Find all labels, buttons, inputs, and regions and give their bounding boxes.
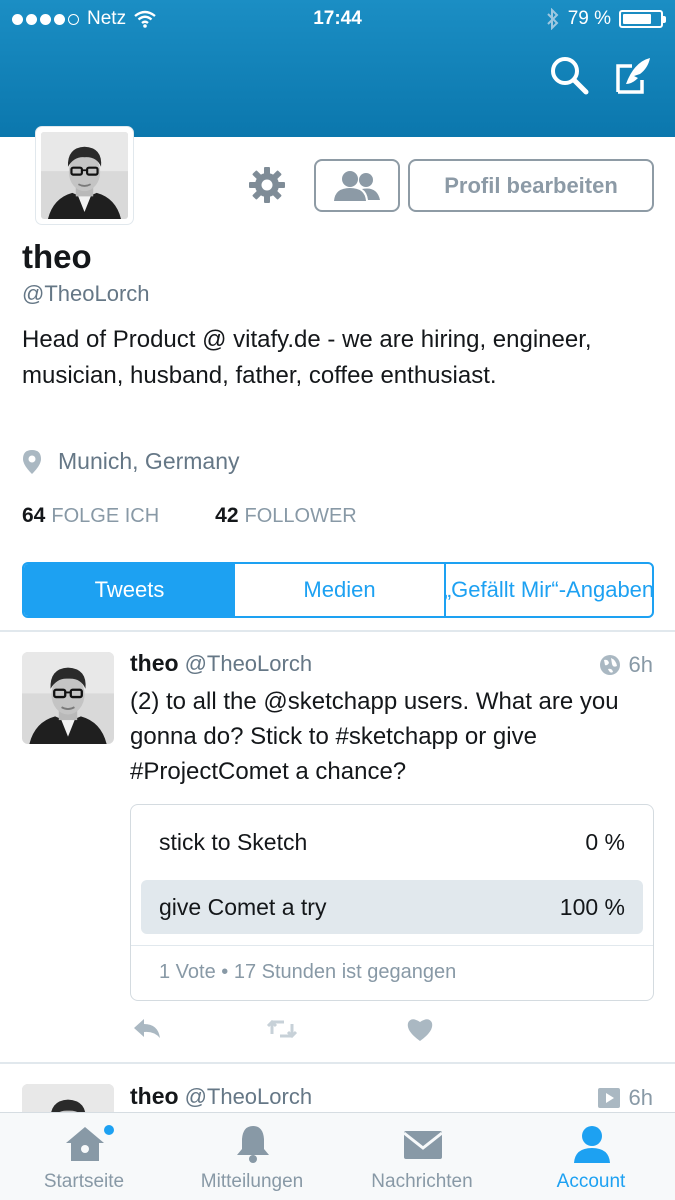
people-icon bbox=[334, 170, 380, 201]
bottom-tab-bar: Startseite Mitteilungen Nachrichten Acco… bbox=[0, 1112, 675, 1200]
divider bbox=[0, 630, 675, 632]
profile-stats: 64 FOLGE ICH 42 FOLLOWER bbox=[22, 504, 357, 528]
tweet-text: (2) to all the @sketchapp users. What ar… bbox=[130, 688, 619, 785]
profile-bio: Head of Product @ vitafy.de - we are hir… bbox=[22, 326, 592, 389]
battery-icon bbox=[619, 10, 666, 28]
tab-account[interactable]: Account bbox=[507, 1113, 675, 1200]
poll-divider bbox=[131, 945, 653, 946]
bluetooth-icon bbox=[546, 8, 559, 30]
video-icon bbox=[597, 1088, 620, 1108]
tweet-time: 6h bbox=[599, 652, 653, 678]
avatar-image bbox=[22, 652, 114, 744]
following-stat[interactable]: 64 FOLGE ICH bbox=[22, 504, 159, 528]
divider bbox=[0, 1062, 675, 1064]
battery-percent: 79 % bbox=[567, 8, 611, 29]
profile-location: Munich, Germany bbox=[22, 448, 240, 475]
tweet-handle: @TheoLorch bbox=[184, 1084, 313, 1109]
tweet-time: 6h bbox=[597, 1085, 653, 1111]
tab-likes[interactable]: „Gefällt Mir“-Angaben bbox=[444, 564, 652, 616]
search-icon[interactable] bbox=[548, 54, 590, 96]
tab-messages[interactable]: Nachrichten bbox=[338, 1113, 506, 1200]
tweet-author[interactable]: theo @TheoLorch bbox=[130, 650, 312, 677]
poll-card: stick to Sketch 0 % give Comet a try 100 %… bbox=[130, 804, 654, 1001]
tab-home-label: Startseite bbox=[43, 1171, 125, 1192]
profile-name: theo bbox=[22, 238, 92, 275]
tab-media[interactable]: Medien bbox=[235, 564, 444, 616]
tab-notifications[interactable]: Mitteilungen bbox=[168, 1113, 336, 1200]
home-icon bbox=[66, 1127, 104, 1161]
avatar-image bbox=[41, 132, 128, 219]
tweet-handle: @TheoLorch bbox=[184, 651, 313, 676]
lists-button[interactable] bbox=[314, 159, 400, 212]
profile-tabs: Tweets Medien „Gefällt Mir“-Angaben bbox=[22, 562, 654, 618]
bell-icon bbox=[237, 1126, 269, 1163]
tab-account-label: Account bbox=[556, 1171, 626, 1192]
followers-stat[interactable]: 42 FOLLOWER bbox=[215, 504, 357, 528]
tab-home[interactable]: Startseite bbox=[0, 1113, 168, 1200]
poll-option-winner: give Comet a try 100 % bbox=[141, 880, 643, 934]
profile-avatar[interactable] bbox=[36, 127, 133, 224]
location-label: Munich, Germany bbox=[58, 448, 240, 474]
globe-icon bbox=[599, 655, 620, 675]
status-right: 79 % bbox=[546, 8, 666, 30]
retweet-icon[interactable] bbox=[266, 1014, 298, 1044]
profile-handle: @TheoLorch bbox=[22, 281, 150, 306]
poll-meta: 1 Vote • 17 Stunden ist gegangen bbox=[159, 961, 457, 983]
app-header: Netz 17:44 79 % bbox=[0, 0, 675, 137]
tab-notifications-label: Mitteilungen bbox=[200, 1171, 304, 1192]
envelope-icon bbox=[403, 1131, 443, 1159]
gear-icon[interactable] bbox=[247, 165, 287, 205]
tab-messages-label: Nachrichten bbox=[371, 1171, 473, 1192]
status-bar: Netz 17:44 79 % bbox=[0, 6, 675, 32]
reply-icon[interactable] bbox=[130, 1014, 162, 1044]
poll-option: stick to Sketch 0 % bbox=[159, 828, 625, 855]
tweet-actions bbox=[130, 1014, 450, 1044]
heart-icon[interactable] bbox=[404, 1014, 436, 1044]
tweet-avatar[interactable] bbox=[22, 652, 114, 744]
notification-dot bbox=[104, 1125, 114, 1135]
tweet-author[interactable]: theo @TheoLorch bbox=[130, 1083, 312, 1110]
compose-icon[interactable] bbox=[612, 54, 654, 96]
edit-profile-button[interactable]: Profil bearbeiten bbox=[408, 159, 654, 212]
location-pin-icon bbox=[23, 449, 41, 474]
person-icon bbox=[574, 1126, 610, 1163]
tab-tweets[interactable]: Tweets bbox=[24, 564, 235, 616]
